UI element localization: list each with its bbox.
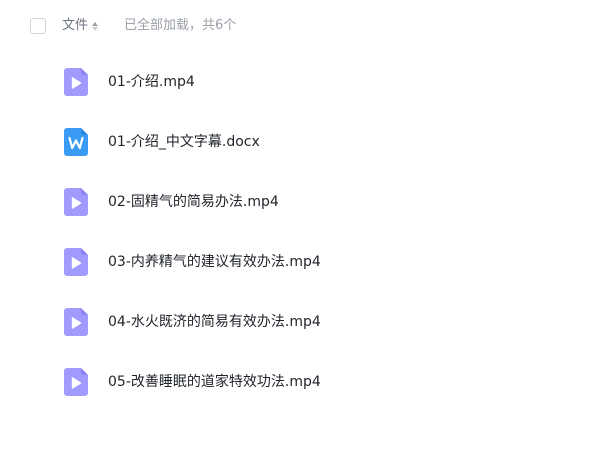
file-row[interactable]: 02-固精气的简易办法.mp4: [0, 172, 590, 232]
file-row[interactable]: 01-介绍_中文字幕.docx: [0, 112, 590, 172]
file-name[interactable]: 02-固精气的简易办法.mp4: [108, 193, 279, 211]
sort-icon[interactable]: [92, 21, 99, 31]
file-row[interactable]: 04-水火既济的简易有效办法.mp4: [0, 292, 590, 352]
file-list: 01-介绍.mp4 01-介绍_中文字幕.docx 02-固精气的简易办法.mp…: [0, 52, 590, 412]
video-file-icon: [64, 248, 88, 276]
name-column-label: 文件: [62, 18, 89, 33]
file-name[interactable]: 04-水火既济的简易有效办法.mp4: [108, 313, 321, 331]
file-row[interactable]: 05-改善睡眠的道家特效功法.mp4: [0, 352, 590, 412]
file-name[interactable]: 01-介绍.mp4: [108, 73, 195, 91]
word-file-icon: [64, 128, 88, 156]
video-file-icon: [64, 68, 88, 96]
select-all-checkbox[interactable]: [30, 18, 46, 34]
video-file-icon: [64, 188, 88, 216]
load-status-text: 已全部加载，共6个: [124, 18, 237, 33]
file-row[interactable]: 01-介绍.mp4: [0, 52, 590, 112]
file-name[interactable]: 03-内养精气的建议有效办法.mp4: [108, 253, 321, 271]
file-name[interactable]: 05-改善睡眠的道家特效功法.mp4: [108, 373, 321, 391]
video-file-icon: [64, 308, 88, 336]
file-list-header: 文件 已全部加载，共6个: [0, 0, 590, 52]
video-file-icon: [64, 368, 88, 396]
file-name[interactable]: 01-介绍_中文字幕.docx: [108, 133, 260, 151]
file-row[interactable]: 03-内养精气的建议有效办法.mp4: [0, 232, 590, 292]
name-column-header[interactable]: 文件: [62, 17, 99, 35]
